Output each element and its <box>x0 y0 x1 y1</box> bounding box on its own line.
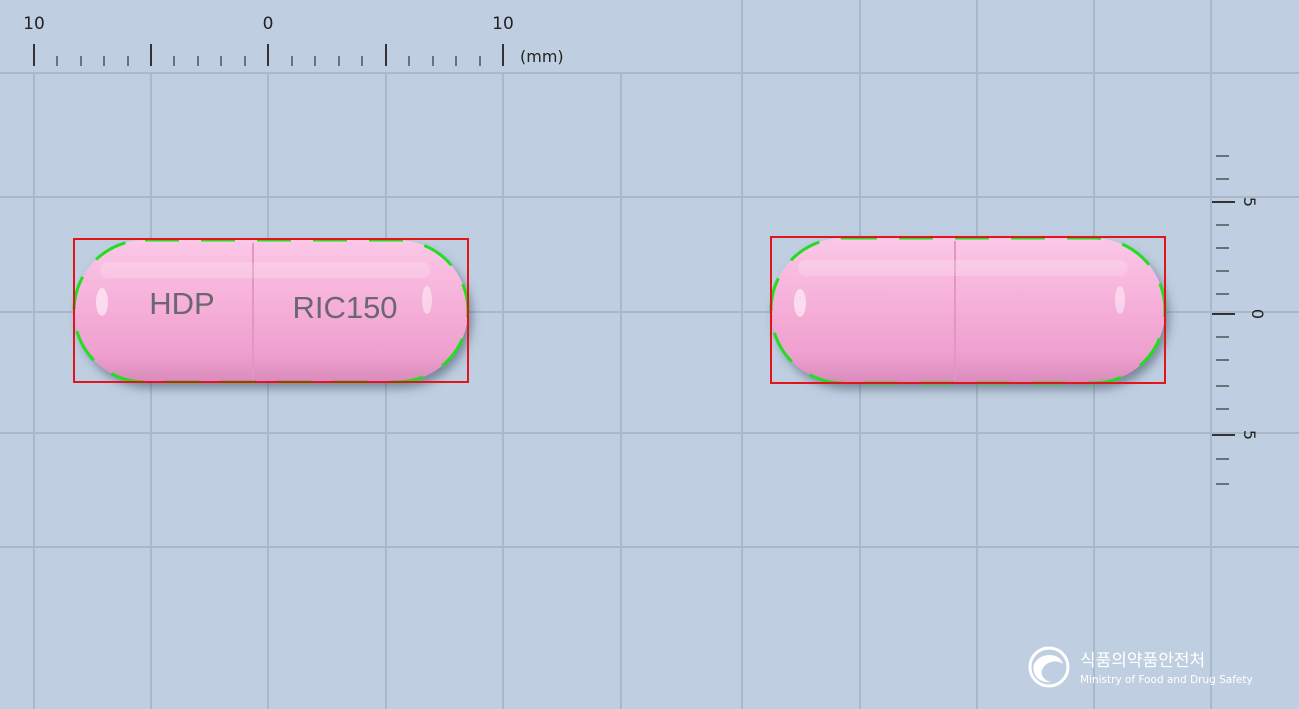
top-ruler <box>33 44 504 66</box>
capsule-back-highlight <box>798 260 1128 276</box>
capsule-back-glint-left <box>794 289 806 317</box>
ministry-logo: 식품의약품안전처 Ministry of Food and Drug Safet… <box>1028 646 1253 688</box>
top-ruler-label-right: 10 <box>492 14 514 34</box>
capsule-back-body <box>771 238 1165 383</box>
capsule-imprint-left: HDP <box>149 286 214 321</box>
capsule-front-glint-right <box>422 286 432 314</box>
capsule-front: HDP RIC150 <box>72 238 470 384</box>
side-ruler-label-top: 5 <box>1240 197 1259 207</box>
top-ruler-label-left: 10 <box>23 14 45 34</box>
side-ruler <box>1212 155 1235 485</box>
pill-photo-canvas: 10 0 10 (mm) 5 0 5 HDP RIC150 식품의약품안전처 M… <box>0 0 1299 709</box>
capsule-front-body <box>74 240 468 382</box>
capsule-front-glint-left <box>96 288 108 316</box>
capsule-back <box>769 236 1167 385</box>
ministry-name-english: Ministry of Food and Drug Safety <box>1080 674 1253 686</box>
side-ruler-label-bottom: 5 <box>1240 430 1259 440</box>
side-ruler-label-center: 0 <box>1248 309 1267 319</box>
capsule-back-glint-right <box>1115 286 1125 314</box>
capsule-imprint-right: RIC150 <box>292 290 397 325</box>
top-ruler-unit: (mm) <box>520 47 564 66</box>
ministry-name-korean: 식품의약품안전처 <box>1080 651 1205 671</box>
top-ruler-label-center: 0 <box>263 14 274 34</box>
ministry-emblem-swirl <box>1033 655 1063 683</box>
capsule-front-highlight <box>100 262 430 278</box>
